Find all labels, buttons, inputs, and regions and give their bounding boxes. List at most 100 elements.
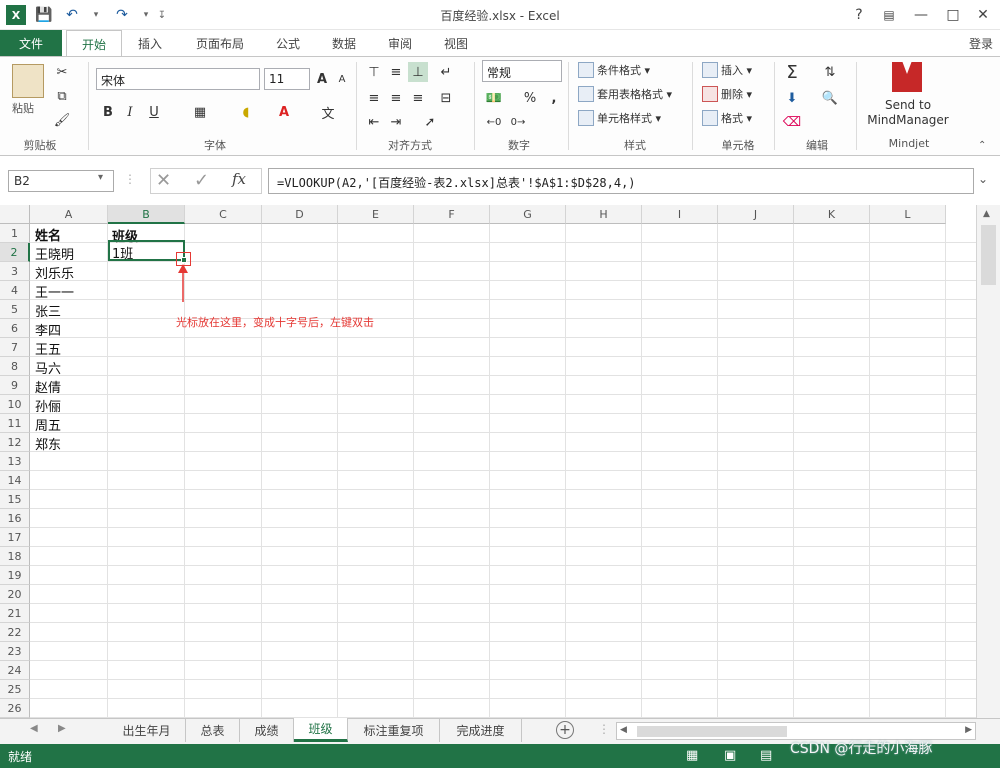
merge-center-icon[interactable]: ⊟ — [436, 88, 456, 108]
grow-font-icon[interactable]: A — [312, 69, 332, 89]
row-header-24[interactable]: 24 — [0, 661, 30, 680]
add-sheet-icon[interactable]: + — [556, 721, 574, 739]
row-header-12[interactable]: 12 — [0, 433, 30, 452]
border-icon[interactable]: ▦ — [190, 102, 210, 122]
format-as-table-button[interactable]: 套用表格格式 ▾ — [578, 86, 672, 102]
tab-data[interactable]: 数据 — [320, 30, 368, 56]
fill-icon[interactable]: ⬇ — [782, 88, 802, 108]
cell-b2[interactable]: 1班 — [112, 243, 133, 262]
row-header-7[interactable]: 7 — [0, 338, 30, 357]
insert-function-button[interactable]: fx — [232, 170, 246, 188]
cell-a10[interactable]: 孙俪 — [35, 396, 61, 415]
row-header-18[interactable]: 18 — [0, 547, 30, 566]
column-header-h[interactable]: H — [566, 205, 642, 224]
ribbon-display-icon[interactable]: ▤ — [876, 4, 902, 26]
underline-button[interactable]: U — [144, 102, 164, 122]
login-link[interactable]: 登录 — [962, 30, 1000, 56]
row-header-9[interactable]: 9 — [0, 376, 30, 395]
sheet-tab-master[interactable]: 总表 — [186, 718, 240, 742]
cell-a4[interactable]: 王一一 — [35, 282, 74, 301]
cell-a9[interactable]: 赵倩 — [35, 377, 61, 396]
align-right-icon[interactable]: ≡ — [408, 88, 428, 108]
find-select-icon[interactable]: 🔍 — [820, 88, 840, 108]
column-header-b[interactable]: B — [108, 205, 185, 224]
conditional-format-button[interactable]: 条件格式 ▾ — [578, 62, 650, 78]
cell-a5[interactable]: 张三 — [35, 301, 61, 320]
font-name-select[interactable]: 宋体 — [96, 68, 260, 90]
column-header-k[interactable]: K — [794, 205, 870, 224]
page-layout-view-icon[interactable]: ▣ — [724, 748, 736, 763]
scroll-left-icon[interactable]: ◀ — [620, 725, 627, 735]
decrease-decimal-icon[interactable]: 0→ — [508, 112, 528, 132]
delete-cells-button[interactable]: 删除 ▾ — [702, 86, 752, 102]
maximize-icon[interactable]: □ — [940, 4, 966, 26]
cell-styles-button[interactable]: 单元格样式 ▾ — [578, 110, 661, 126]
paste-icon[interactable] — [12, 64, 44, 98]
sheet-tab-class[interactable]: 班级 — [294, 718, 348, 742]
column-header-a[interactable]: A — [30, 205, 108, 224]
row-header-17[interactable]: 17 — [0, 528, 30, 547]
align-bottom-icon[interactable]: ⊥ — [408, 62, 428, 82]
cell-a7[interactable]: 王五 — [35, 339, 61, 358]
align-middle-icon[interactable]: ≡ — [386, 62, 406, 82]
row-header-16[interactable]: 16 — [0, 509, 30, 528]
row-header-20[interactable]: 20 — [0, 585, 30, 604]
wrap-text-icon[interactable]: ↵ — [436, 62, 456, 82]
row-header-23[interactable]: 23 — [0, 642, 30, 661]
enter-icon[interactable]: ✓ — [194, 170, 209, 191]
format-painter-icon[interactable]: 🖌 — [52, 110, 72, 130]
cell-a8[interactable]: 马六 — [35, 358, 61, 377]
sheet-prev-icon[interactable]: ◀ — [30, 723, 38, 734]
tab-insert[interactable]: 插入 — [126, 30, 174, 56]
select-all-corner[interactable] — [0, 205, 30, 224]
shrink-font-icon[interactable]: A — [332, 69, 352, 89]
row-header-10[interactable]: 10 — [0, 395, 30, 414]
number-format-select[interactable]: 常规 — [482, 60, 562, 82]
cell-a2[interactable]: 王晓明 — [35, 244, 74, 263]
tab-formulas[interactable]: 公式 — [264, 30, 312, 56]
sheet-next-icon[interactable]: ▶ — [58, 723, 66, 734]
tab-review[interactable]: 审阅 — [376, 30, 424, 56]
percent-button[interactable]: % — [520, 88, 540, 108]
row-header-15[interactable]: 15 — [0, 490, 30, 509]
cell-a6[interactable]: 李四 — [35, 320, 61, 339]
font-size-select[interactable]: 11 — [264, 68, 310, 90]
row-header-4[interactable]: 4 — [0, 281, 30, 300]
page-break-view-icon[interactable]: ▤ — [760, 748, 772, 763]
insert-cells-button[interactable]: 插入 ▾ — [702, 62, 752, 78]
autosum-icon[interactable]: Σ — [782, 62, 802, 83]
tab-view[interactable]: 视图 — [432, 30, 480, 56]
column-header-l[interactable]: L — [870, 205, 946, 224]
name-box-dropdown-icon[interactable]: ▾ — [98, 172, 103, 183]
hscroll-thumb[interactable] — [637, 726, 787, 737]
increase-indent-icon[interactable]: ⇥ — [386, 112, 406, 132]
row-header-6[interactable]: 6 — [0, 319, 30, 338]
tabbar-splitter-icon[interactable]: ⋮ — [598, 722, 610, 736]
cut-icon[interactable]: ✂ — [52, 62, 72, 82]
clear-icon[interactable]: ⌫ — [782, 112, 802, 132]
accounting-icon[interactable]: 💵 — [484, 88, 504, 108]
column-header-g[interactable]: G — [490, 205, 566, 224]
row-header-14[interactable]: 14 — [0, 471, 30, 490]
copy-icon[interactable]: ⧉ — [52, 86, 72, 106]
italic-button[interactable]: I — [120, 102, 140, 122]
increase-decimal-icon[interactable]: ←0 — [484, 112, 504, 132]
column-header-i[interactable]: I — [642, 205, 718, 224]
collapse-ribbon-icon[interactable]: ⌃ — [978, 140, 986, 151]
comma-button[interactable]: , — [544, 88, 564, 108]
column-header-d[interactable]: D — [262, 205, 338, 224]
tab-page-layout[interactable]: 页面布局 — [184, 30, 256, 56]
paste-button[interactable]: 粘贴 — [12, 100, 34, 116]
row-header-1[interactable]: 1 — [0, 224, 30, 243]
bold-button[interactable]: B — [98, 102, 118, 122]
sheet-tab-birth[interactable]: 出生年月 — [108, 718, 186, 742]
row-header-2[interactable]: 2 — [0, 243, 30, 262]
sheet-tab-scores[interactable]: 成绩 — [240, 718, 294, 742]
scroll-thumb[interactable] — [981, 225, 996, 285]
sheet-tab-progress[interactable]: 完成进度 — [440, 718, 522, 742]
column-header-f[interactable]: F — [414, 205, 490, 224]
tab-file[interactable]: 文件 — [0, 30, 62, 56]
row-header-11[interactable]: 11 — [0, 414, 30, 433]
help-button[interactable]: ? — [846, 4, 872, 26]
decrease-indent-icon[interactable]: ⇤ — [364, 112, 384, 132]
